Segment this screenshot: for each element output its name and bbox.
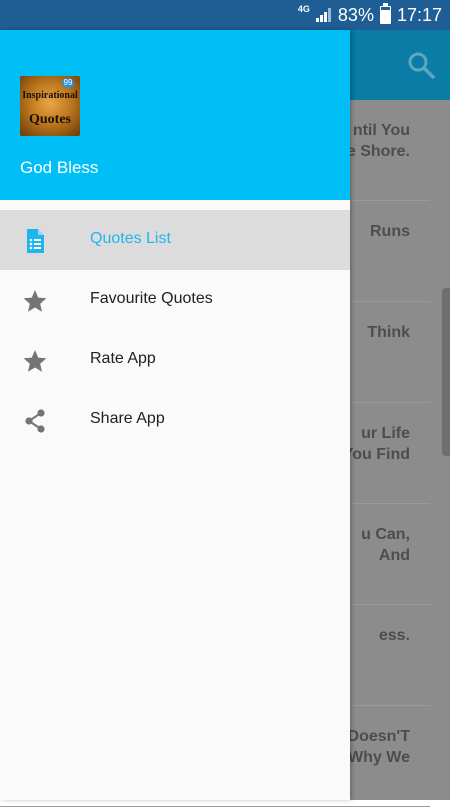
menu-item-share-app[interactable]: Share App [0, 390, 350, 450]
drawer-menu: Quotes List Favourite Quotes Rate App Sh… [0, 210, 350, 450]
network-type: 4G [297, 4, 310, 14]
star-icon [23, 350, 47, 372]
drawer-subtitle: God Bless [20, 158, 99, 177]
menu-label: Quotes List [90, 230, 171, 247]
star-icon [23, 290, 47, 312]
status-icons: 4G 83% 17:17 [298, 0, 442, 30]
document-icon [27, 229, 44, 253]
menu-label: Favourite Quotes [90, 290, 213, 307]
menu-label: Rate App [90, 350, 156, 367]
clock: 17:17 [396, 4, 442, 25]
menu-item-rate-app[interactable]: Rate App [0, 330, 350, 390]
navigation-drawer: 99 Inspirational Quotes God Bless Quotes… [0, 30, 350, 800]
app-logo: 99 Inspirational Quotes [20, 76, 80, 136]
share-icon [25, 409, 45, 433]
logo-text-bottom: Quotes [29, 112, 71, 127]
menu-label: Share App [90, 410, 165, 427]
battery-icon [379, 3, 391, 24]
menu-item-quotes-list[interactable]: Quotes List [0, 210, 350, 270]
drawer-header: 99 Inspirational Quotes God Bless [0, 30, 350, 200]
signal-icon [315, 8, 331, 22]
search-icon[interactable] [406, 50, 436, 80]
quote-badge-icon: 99 [62, 78, 74, 88]
battery-percent: 83% [337, 4, 374, 25]
menu-item-favourite-quotes[interactable]: Favourite Quotes [0, 270, 350, 330]
logo-text-top: Inspirational [22, 90, 78, 101]
scroll-handle[interactable] [442, 288, 450, 456]
status-bar: 4G 83% 17:17 [0, 0, 450, 30]
